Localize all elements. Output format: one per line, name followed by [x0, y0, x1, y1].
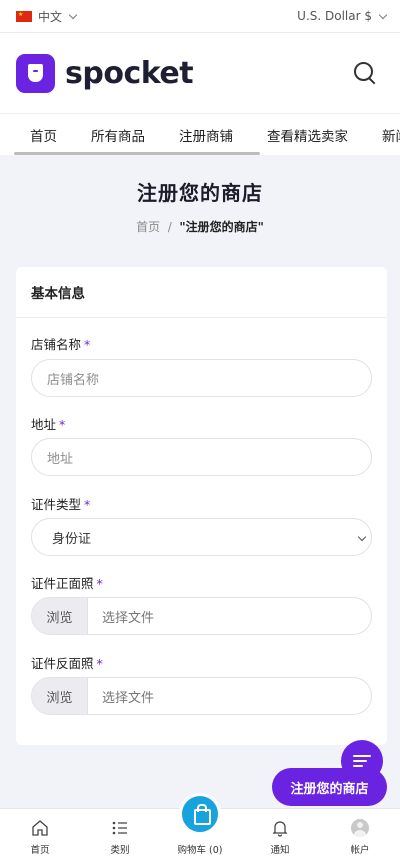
- spocket-logo-icon: [16, 53, 55, 93]
- chevron-down-icon: [378, 10, 388, 19]
- nav-tab-news[interactable]: 新闻: [382, 125, 400, 145]
- language-selector[interactable]: 中文: [16, 8, 78, 25]
- breadcrumb-current: "注册您的商店": [179, 220, 264, 234]
- main-nav: 首页 所有商品 注册商铺 查看精选卖家 新闻: [0, 113, 400, 155]
- menu-lines-icon: [353, 755, 371, 757]
- shopping-bag-icon: [179, 793, 221, 835]
- page-title-block: 注册您的商店 首页 / "注册您的商店": [0, 155, 400, 267]
- bottom-nav-categories[interactable]: 类别: [80, 809, 160, 865]
- bell-icon: [272, 821, 288, 837]
- nav-scrollbar[interactable]: [14, 152, 260, 155]
- basic-info-card: 基本信息 店铺名称 * 店铺名称 地址 * 地址 证件类型 * 身份证 证件正面照 * …: [16, 267, 387, 745]
- shop-name-input[interactable]: 店铺名称: [31, 359, 372, 397]
- id-type-label: 证件类型 *: [31, 497, 91, 512]
- bottom-nav-cart[interactable]: 购物车 (0): [160, 793, 240, 865]
- id-back-label: 证件反面照 *: [31, 656, 103, 671]
- site-header: spocket: [0, 33, 400, 113]
- shop-name-label: 店铺名称 *: [31, 337, 91, 352]
- address-label: 地址 *: [31, 417, 66, 432]
- china-flag-icon: [16, 10, 32, 22]
- currency-label: U.S. Dollar $: [297, 9, 372, 23]
- logo-text: spocket: [65, 55, 194, 91]
- breadcrumb-home[interactable]: 首页: [136, 220, 160, 234]
- bottom-nav-notifications[interactable]: 通知: [240, 809, 320, 865]
- breadcrumb-separator: /: [167, 220, 172, 234]
- logo[interactable]: spocket: [16, 53, 194, 93]
- nav-tab-all-products[interactable]: 所有商品: [91, 125, 145, 145]
- id-front-label: 证件正面照 *: [31, 576, 103, 591]
- currency-selector[interactable]: U.S. Dollar $: [297, 9, 388, 23]
- card-title: 基本信息: [16, 267, 387, 318]
- browse-button[interactable]: 浏览: [32, 598, 88, 634]
- top-bar: 中文 U.S. Dollar $: [0, 0, 400, 33]
- bottom-nav-account[interactable]: 帐户: [320, 809, 400, 865]
- user-avatar-icon: [351, 819, 369, 837]
- chevron-down-icon: [68, 10, 78, 19]
- bottom-nav: 首页 类别 购物车 (0) 通知 帐户: [0, 793, 400, 865]
- register-shop-button[interactable]: 注册您的商店: [272, 768, 387, 806]
- list-icon: [112, 821, 127, 835]
- required-mark: *: [96, 656, 103, 671]
- required-mark: *: [59, 417, 66, 432]
- id-type-select[interactable]: 身份证: [31, 518, 372, 556]
- search-icon[interactable]: [352, 60, 378, 86]
- file-placeholder: 选择文件: [102, 610, 155, 626]
- required-mark: *: [84, 497, 91, 512]
- home-icon: [32, 820, 48, 836]
- browse-button[interactable]: 浏览: [32, 678, 88, 714]
- id-back-file-input[interactable]: 浏览 选择文件: [31, 677, 372, 715]
- breadcrumb: 首页 / "注册您的商店": [0, 218, 400, 235]
- nav-tab-home[interactable]: 首页: [30, 125, 57, 145]
- chevron-down-icon: [357, 532, 367, 542]
- file-placeholder: 选择文件: [102, 690, 155, 706]
- nav-tab-featured-sellers[interactable]: 查看精选卖家: [267, 125, 348, 145]
- bottom-nav-home[interactable]: 首页: [0, 809, 80, 865]
- page-title: 注册您的商店: [137, 181, 263, 205]
- required-mark: *: [96, 576, 103, 591]
- required-mark: *: [84, 337, 91, 352]
- nav-tab-register-shop[interactable]: 注册商铺: [179, 125, 233, 145]
- language-label: 中文: [38, 9, 63, 24]
- id-front-file-input[interactable]: 浏览 选择文件: [31, 597, 372, 635]
- address-input[interactable]: 地址: [31, 438, 372, 476]
